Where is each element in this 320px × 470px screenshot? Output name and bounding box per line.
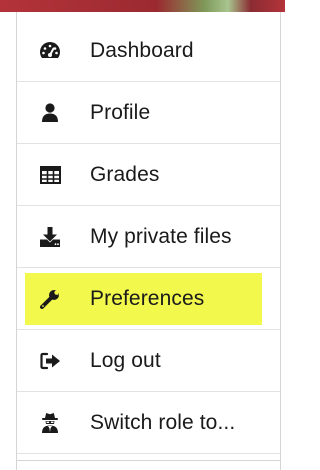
user-icon [39,102,61,124]
header-background-strip [0,0,285,12]
menu-item-log-out[interactable]: Log out [17,330,280,392]
menu-item-label: Preferences [90,286,205,310]
sign-out-icon [39,350,61,372]
dashboard-icon [39,40,61,62]
menu-item-grades[interactable]: Grades [17,144,280,206]
menu-item-label: My private files [90,224,232,248]
menu-item-label: Profile [90,100,151,124]
wrench-icon [39,288,61,310]
menu-item-label: Switch role to... [90,410,236,434]
menu-item-profile[interactable]: Profile [17,82,280,144]
menu-bottom-border [16,460,281,461]
menu-item-preferences[interactable]: Preferences [17,268,280,330]
menu-item-label: Dashboard [90,38,194,62]
user-secret-icon [39,412,61,434]
menu-item-label: Grades [90,162,160,186]
user-dropdown-menu: Dashboard Profile Grades My private file… [16,12,281,470]
menu-item-my-private-files[interactable]: My private files [17,206,280,268]
menu-item-dashboard[interactable]: Dashboard [17,20,280,82]
menu-item-switch-role[interactable]: Switch role to... [17,392,280,454]
menu-item-label: Log out [90,348,161,372]
download-icon [39,226,61,248]
table-icon [39,164,61,186]
